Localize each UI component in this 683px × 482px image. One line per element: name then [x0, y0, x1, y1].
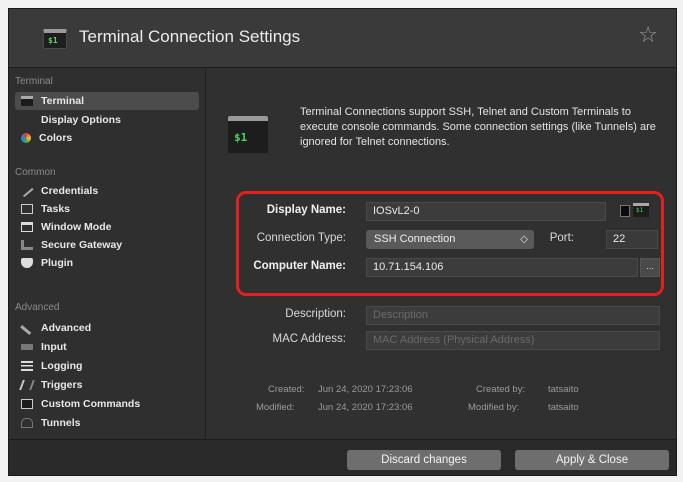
- logging-icon: [21, 361, 33, 371]
- display-name-field[interactable]: IOSvL2-0: [366, 202, 606, 221]
- sidebar-item-label: Input: [41, 341, 67, 353]
- port-label: Port:: [549, 232, 574, 244]
- sidebar-item-logging[interactable]: Logging: [15, 357, 199, 375]
- sidebar-item-display-options[interactable]: Display Options: [15, 111, 199, 129]
- colors-icon: [21, 133, 31, 143]
- mac-address-label: MAC Address:: [272, 333, 347, 345]
- sidebar-item-plugin[interactable]: Plugin: [15, 254, 199, 272]
- sidebar-item-custom-commands[interactable]: Custom Commands: [15, 395, 199, 413]
- app-icon-glyph: $1: [48, 36, 58, 45]
- window-title: Terminal Connection Settings: [79, 27, 301, 46]
- created-value: Jun 24, 2020 17:23:06: [318, 384, 413, 395]
- sidebar: Terminal Terminal Display Options Colors…: [9, 68, 206, 438]
- terminal-header-icon: $1: [228, 116, 268, 153]
- sidebar-item-label: Advanced: [41, 322, 92, 334]
- plugin-icon: [21, 258, 33, 268]
- sidebar-item-label: Triggers: [41, 379, 83, 391]
- sidebar-item-label: Logging: [41, 360, 83, 372]
- sidebar-item-secure-gateway[interactable]: Secure Gateway: [15, 236, 199, 254]
- computer-name-label: Computer Name:: [253, 260, 346, 272]
- created-label: Created:: [268, 384, 305, 395]
- sidebar-item-label: Tasks: [41, 203, 70, 215]
- title-bar: $1 Terminal Connection Settings ☆: [9, 9, 676, 68]
- created-by-label: Created by:: [476, 384, 526, 395]
- sidebar-item-advanced[interactable]: Advanced: [15, 319, 199, 337]
- wrench-icon: [20, 321, 34, 335]
- sidebar-section-common: Common: [15, 167, 56, 178]
- sidebar-item-credentials[interactable]: Credentials: [15, 182, 199, 200]
- sidebar-item-label: Window Mode: [41, 221, 112, 233]
- computer-name-field[interactable]: 10.71.154.106: [366, 258, 638, 277]
- discard-changes-button[interactable]: Discard changes: [347, 450, 501, 470]
- modified-by-label: Modified by:: [468, 402, 520, 413]
- custom-commands-icon: [21, 399, 33, 409]
- key-icon: [20, 184, 34, 198]
- sidebar-item-colors[interactable]: Colors: [15, 129, 199, 147]
- description-input[interactable]: Description: [366, 306, 660, 325]
- display-name-label: Display Name:: [266, 204, 346, 216]
- terminal-picker-glyph: $1: [636, 207, 644, 214]
- terminal-app-icon: $1: [43, 29, 67, 49]
- keyboard-icon: [21, 344, 33, 350]
- sidebar-item-label: Tunnels: [41, 417, 81, 429]
- sidebar-item-window-mode[interactable]: Window Mode: [15, 218, 199, 236]
- browse-button[interactable]: ...: [640, 258, 660, 277]
- color-swatch-icon[interactable]: [620, 205, 630, 217]
- modified-label: Modified:: [256, 402, 295, 413]
- sidebar-item-label: Colors: [39, 132, 73, 144]
- favorite-star-icon[interactable]: ☆: [638, 23, 658, 48]
- sidebar-item-terminal[interactable]: Terminal: [15, 92, 199, 110]
- sidebar-item-tasks[interactable]: Tasks: [15, 200, 199, 218]
- window-icon: [21, 222, 33, 232]
- modified-by-value: tatsaito: [548, 402, 579, 413]
- sidebar-item-label: Plugin: [41, 257, 74, 269]
- settings-content: $1 Terminal Connections support SSH, Tel…: [206, 68, 676, 438]
- connection-description-text: Terminal Connections support SSH, Telnet…: [300, 106, 656, 148]
- terminal-icon: [21, 96, 33, 106]
- sidebar-item-label: Terminal: [41, 95, 84, 107]
- sidebar-item-label: Custom Commands: [41, 398, 141, 410]
- connection-type-label: Connection Type:: [256, 232, 346, 244]
- sidebar-item-label: Display Options: [41, 114, 121, 126]
- header-icon-glyph: $1: [234, 131, 248, 144]
- terminal-icon-picker[interactable]: $1: [633, 203, 649, 217]
- tasks-icon: [21, 204, 33, 214]
- port-field[interactable]: 22: [606, 230, 658, 249]
- mac-address-input[interactable]: MAC Address (Physical Address): [366, 331, 660, 350]
- sidebar-item-label: Credentials: [41, 185, 99, 197]
- tunnels-icon: [21, 418, 33, 428]
- sidebar-item-tunnels[interactable]: Tunnels: [15, 414, 199, 432]
- settings-window: $1 Terminal Connection Settings ☆ Termin…: [8, 8, 677, 476]
- sidebar-item-input[interactable]: Input: [15, 338, 199, 356]
- created-by-value: tatsaito: [548, 384, 579, 395]
- sidebar-item-triggers[interactable]: Triggers: [15, 376, 199, 394]
- gateway-icon: [21, 240, 33, 250]
- sidebar-item-label: Secure Gateway: [41, 239, 123, 251]
- sidebar-section-advanced: Advanced: [15, 302, 60, 313]
- apply-close-button[interactable]: Apply & Close: [515, 450, 669, 470]
- sidebar-section-terminal: Terminal: [15, 76, 53, 87]
- description-label: Description:: [285, 308, 346, 320]
- footer-bar: Discard changes Apply & Close: [9, 439, 676, 475]
- triggers-icon: [19, 380, 35, 390]
- modified-value: Jun 24, 2020 17:23:06: [318, 402, 413, 413]
